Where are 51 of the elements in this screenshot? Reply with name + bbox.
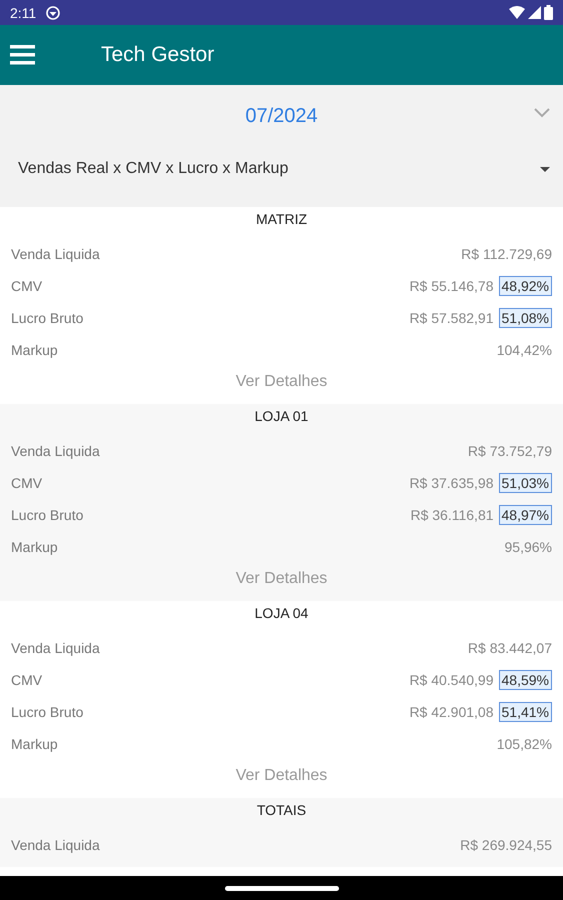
- section-title: LOJA 01: [254, 408, 308, 424]
- row-label: CMV: [11, 672, 42, 688]
- row-value: R$ 40.540,99: [409, 672, 494, 688]
- row-value: R$ 37.635,98: [409, 475, 494, 491]
- details-link[interactable]: Ver Detalhes: [236, 570, 328, 588]
- section-title: MATRIZ: [256, 211, 308, 227]
- percent-badge: 51,08%: [498, 308, 552, 328]
- row-label: Lucro Bruto: [11, 507, 84, 523]
- section-title: LOJA 04: [254, 605, 308, 621]
- section-title: TOTAIS: [256, 802, 306, 818]
- row-label: Markup: [11, 342, 58, 358]
- period-picker[interactable]: 07/2024: [241, 102, 322, 130]
- home-indicator[interactable]: [224, 886, 338, 890]
- row-value: R$ 73.752,79: [468, 443, 552, 459]
- row-label: Venda Liquida: [11, 443, 100, 459]
- status-time: 2:11: [10, 4, 36, 20]
- row-label: Lucro Bruto: [11, 704, 84, 720]
- signal-icon: [528, 6, 541, 19]
- row-value: 95,96%: [504, 539, 552, 555]
- percent-badge: 51,03%: [498, 473, 552, 493]
- app-title: Tech Gestor: [101, 43, 214, 67]
- percent-badge: 48,59%: [498, 670, 552, 690]
- row-value: R$ 269.924,55: [460, 837, 552, 853]
- row-value: R$ 42.901,08: [409, 704, 494, 720]
- row-label: Venda Liquida: [11, 837, 100, 853]
- row-label: CMV: [11, 278, 42, 294]
- row-label: Lucro Bruto: [11, 310, 84, 326]
- row-label: CMV: [11, 475, 42, 491]
- percent-badge: 48,92%: [498, 276, 552, 296]
- report-dropdown[interactable]: Vendas Real x CMV x Lucro x Markup: [16, 147, 550, 191]
- row-label: Markup: [11, 539, 58, 555]
- menu-button[interactable]: [10, 44, 35, 66]
- row-value: R$ 83.442,07: [468, 640, 552, 656]
- row-value: 105,82%: [496, 736, 552, 752]
- wifi-icon: [509, 6, 525, 19]
- percent-badge: 51,41%: [498, 702, 552, 722]
- row-value: R$ 112.729,69: [461, 246, 552, 262]
- details-link[interactable]: Ver Detalhes: [236, 373, 328, 391]
- row-value: R$ 36.116,81: [410, 507, 494, 523]
- battery-icon: [544, 5, 553, 20]
- dropdown-caret-icon: [540, 166, 550, 172]
- row-label: Venda Liquida: [11, 246, 100, 262]
- details-link[interactable]: Ver Detalhes: [236, 767, 328, 785]
- row-value: 104,42%: [496, 342, 552, 358]
- percent-badge: 48,97%: [498, 505, 552, 525]
- menu-icon: [10, 44, 35, 66]
- row-value: R$ 55.146,78: [409, 278, 494, 294]
- notification-icon: [46, 6, 60, 20]
- row-label: Venda Liquida: [11, 640, 100, 656]
- row-value: R$ 57.582,91: [409, 310, 494, 326]
- row-label: Markup: [11, 736, 58, 752]
